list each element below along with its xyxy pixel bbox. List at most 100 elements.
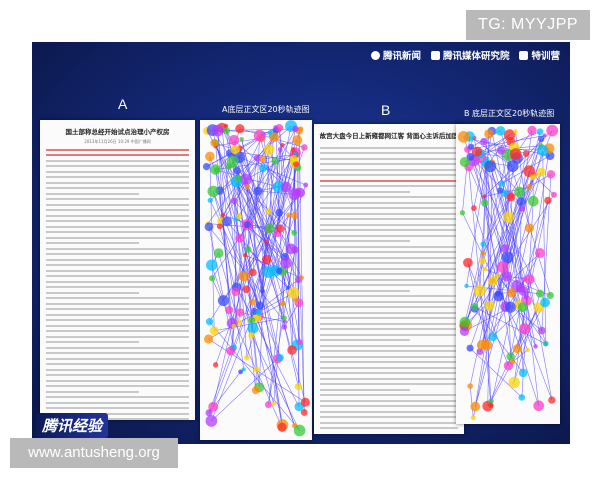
fixation-point (495, 126, 506, 136)
gaze-plot-a (202, 120, 310, 437)
fixation-point (546, 124, 559, 137)
text-line (46, 258, 189, 261)
text-line (320, 355, 458, 358)
fixation-point (488, 402, 494, 409)
fixation-point (498, 180, 505, 187)
fixation-point (537, 135, 545, 142)
fixation-point (231, 287, 241, 297)
text-line (46, 330, 189, 332)
fixation-point (533, 344, 538, 349)
fixation-point (222, 216, 232, 227)
fixation-point (292, 135, 303, 146)
fixation-point (277, 147, 283, 152)
text-line (320, 388, 410, 391)
text-line (46, 407, 189, 409)
text-line (320, 284, 458, 286)
fixation-point (530, 174, 536, 181)
gaze-plot-b (457, 124, 559, 421)
fixation-point (247, 323, 259, 334)
text-line (46, 159, 189, 162)
fixation-point (287, 345, 297, 355)
text-line (320, 333, 458, 336)
fixation-point (535, 248, 545, 258)
text-line (46, 264, 189, 266)
media-research-logo: 腾讯媒体研究院 (430, 48, 510, 62)
fixation-point (533, 400, 545, 412)
fixation-point (264, 401, 272, 409)
fixation-point (457, 130, 470, 143)
fixation-point (281, 315, 287, 321)
fixation-point (518, 205, 526, 212)
fixation-point (239, 137, 244, 142)
saccade-line (469, 386, 474, 418)
text-line (320, 267, 458, 270)
fixation-point (249, 298, 256, 306)
fixation-point (301, 144, 308, 151)
fixation-point (468, 143, 475, 150)
fixation-point (526, 184, 533, 191)
fixation-point (459, 157, 470, 167)
fixation-point (459, 316, 471, 328)
fixation-point (276, 353, 284, 362)
tencent-news-logo-text: 腾讯新闻 (382, 51, 421, 62)
text-line (46, 313, 189, 316)
text-line (46, 203, 189, 206)
text-line (46, 302, 189, 305)
fixation-point (205, 318, 214, 326)
text-line (46, 148, 189, 151)
fixation-point (506, 287, 517, 298)
text-line (46, 253, 189, 255)
fixation-point (537, 144, 549, 157)
fixation-point (514, 186, 525, 198)
fixation-point (544, 342, 549, 347)
media-research-logo-text: 腾讯媒体研究院 (442, 51, 510, 62)
heatmap-a (200, 120, 312, 440)
fixation-point (501, 271, 513, 282)
text-line (320, 394, 458, 396)
text-line (46, 346, 189, 349)
fixation-point (484, 300, 495, 311)
fixation-point (479, 257, 487, 265)
fixation-point (276, 224, 285, 233)
fixation-point (493, 291, 504, 302)
text-line (320, 300, 458, 303)
fixation-point (480, 241, 487, 247)
fixation-point (459, 210, 466, 216)
text-line (320, 163, 458, 165)
text-line (46, 165, 189, 167)
text-line (320, 256, 458, 259)
fixation-point (303, 182, 309, 188)
fixation-point (467, 383, 473, 389)
fixation-point (518, 368, 528, 378)
fixation-point (230, 144, 240, 155)
fixation-point (204, 222, 214, 232)
fixation-point (238, 270, 250, 282)
fixation-point (518, 394, 526, 401)
text-line (46, 396, 189, 398)
fixation-point (484, 129, 494, 139)
article-b-body (314, 146, 464, 429)
text-line (320, 146, 458, 149)
fixation-point (496, 146, 506, 155)
media-research-icon (430, 50, 440, 60)
fixation-point (236, 213, 242, 220)
text-line (46, 214, 189, 217)
text-line (320, 273, 458, 275)
text-line (320, 201, 458, 204)
fixation-point (244, 246, 252, 253)
fixation-point (210, 138, 219, 147)
fixation-point (538, 326, 546, 335)
fixation-point (273, 125, 278, 130)
fixation-point (488, 332, 498, 342)
text-line (320, 317, 458, 319)
fixation-point (523, 294, 529, 300)
text-line (320, 223, 458, 226)
text-line (320, 372, 458, 374)
fixation-point (255, 301, 265, 310)
fixation-point (496, 261, 509, 273)
fixation-point (267, 130, 273, 135)
fixation-point (235, 233, 245, 243)
text-line (46, 357, 189, 360)
fixation-point (253, 186, 263, 196)
text-line (46, 335, 189, 338)
